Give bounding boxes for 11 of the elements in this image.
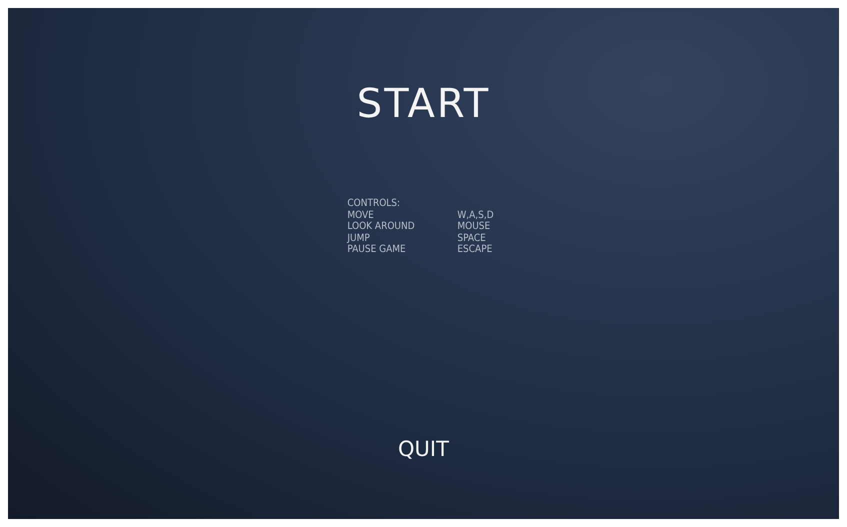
quit-button[interactable]: QUIT: [394, 438, 453, 461]
controls-heading: CONTROLS:: [347, 198, 402, 210]
key-label: MOUSE: [457, 221, 490, 232]
action-label: JUMP: [347, 232, 371, 244]
key-label: SPACE: [457, 232, 486, 244]
key-label: ESCAPE: [457, 244, 492, 256]
action-label: PAUSE GAME: [347, 244, 407, 256]
key-label: W,A,S,D: [457, 210, 494, 221]
action-label: LOOK AROUND: [347, 221, 416, 232]
start-button[interactable]: START: [352, 82, 494, 126]
action-label: MOVE: [347, 210, 375, 221]
